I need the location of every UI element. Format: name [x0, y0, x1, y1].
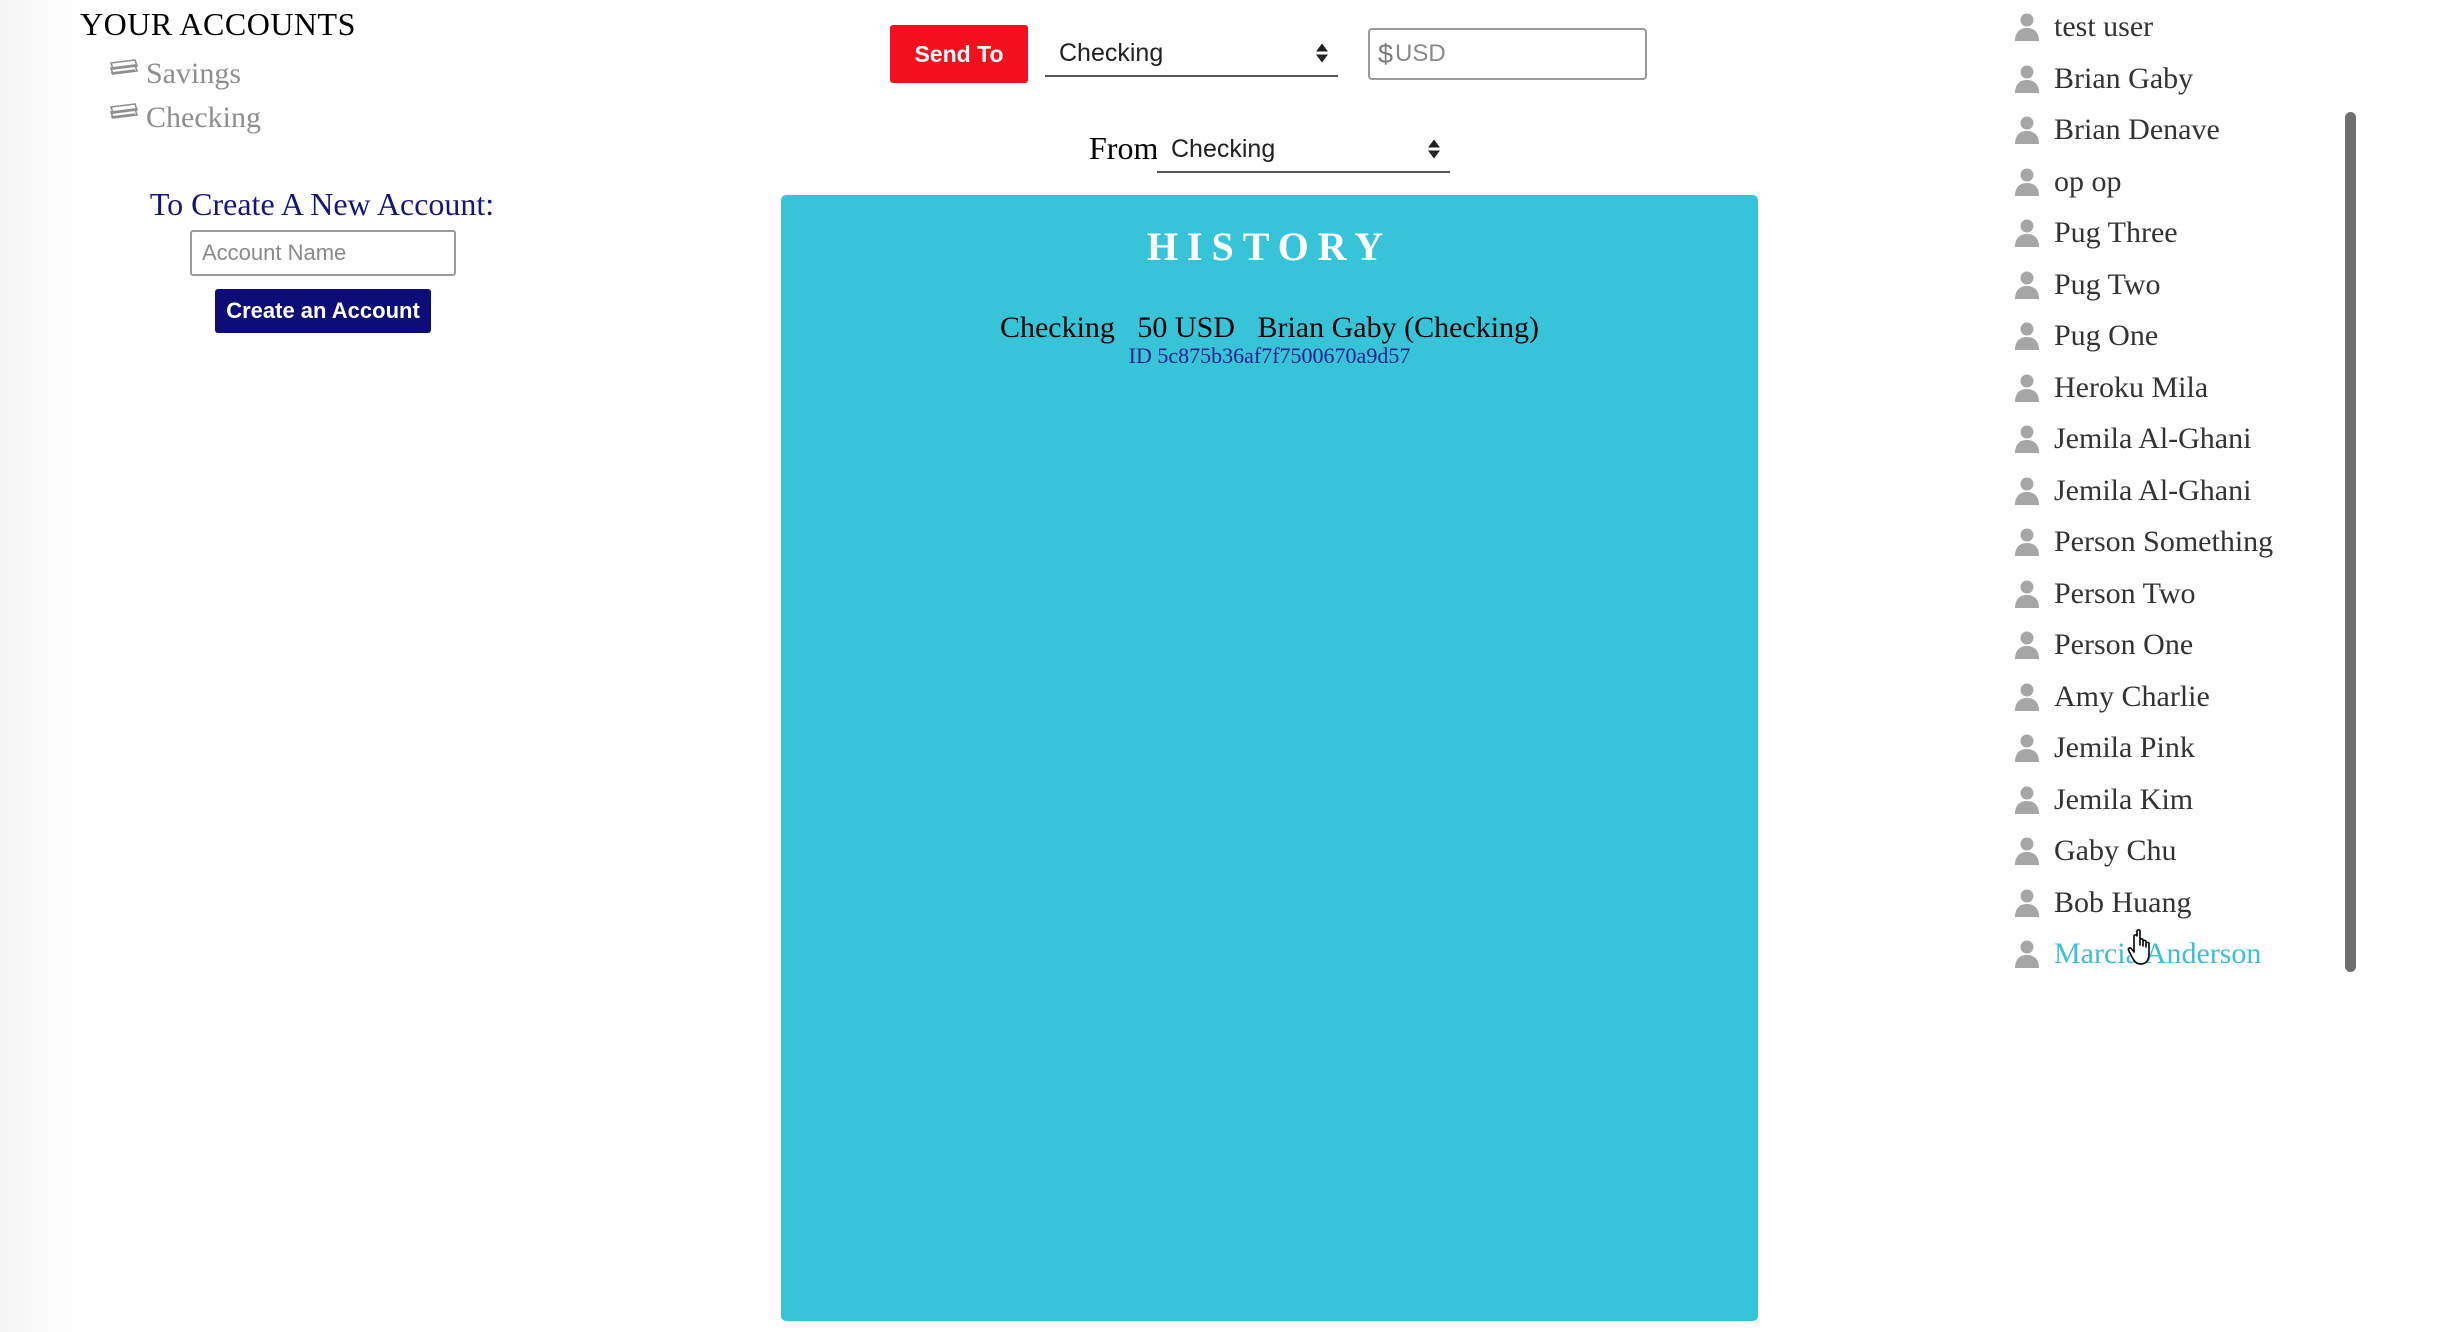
user-icon	[2014, 167, 2040, 197]
amount-field[interactable]: $	[1368, 28, 1647, 80]
user-list-item[interactable]: Jemila Pink	[2010, 723, 2195, 773]
user-name: Pug Three	[2054, 216, 2178, 249]
left-edge-shade	[0, 0, 80, 1332]
accounts-heading: YOUR ACCOUNTS	[80, 6, 356, 42]
cash-icon	[108, 101, 140, 135]
user-name: Gaby Chu	[2054, 834, 2177, 867]
dollar-icon: $	[1378, 38, 1394, 69]
user-icon	[2014, 785, 2040, 815]
user-list-item[interactable]: Brian Gaby	[2010, 54, 2193, 104]
user-icon	[2014, 270, 2040, 300]
user-list-item[interactable]: Marcia Anderson	[2010, 929, 2261, 979]
user-name: Brian Denave	[2054, 113, 2220, 146]
user-name: Pug One	[2054, 319, 2159, 352]
from-account-selected-value: Checking	[1171, 134, 1276, 163]
select-arrows-icon	[1316, 43, 1328, 63]
user-name: Jemila Kim	[2054, 782, 2194, 816]
user-icon	[2014, 321, 2040, 351]
user-icon	[2014, 218, 2040, 248]
from-account-select[interactable]: Checking	[1157, 127, 1450, 173]
user-list-item[interactable]: Jemila Al-Ghani	[2010, 414, 2251, 464]
user-icon	[2014, 733, 2040, 763]
user-list-item[interactable]: Person Something	[2010, 517, 2273, 567]
user-name: Amy Charlie	[2054, 679, 2210, 713]
user-name: op op	[2054, 164, 2122, 198]
account-item-label: Savings	[146, 57, 242, 90]
user-icon	[2014, 373, 2040, 403]
user-list: test user Brian Gaby Brian Denave op op Pug …	[2010, 0, 2310, 1000]
user-list-item[interactable]: test user	[2010, 2, 2153, 52]
user-name: Jemila Al-Ghani	[2054, 422, 2252, 455]
from-label: From	[1089, 130, 1159, 166]
user-list-item[interactable]: Bob Huang	[2010, 878, 2192, 928]
user-list-item[interactable]: Pug Two	[2010, 260, 2161, 310]
user-icon	[2014, 424, 2040, 454]
user-name: Jemila Pink	[2054, 731, 2195, 764]
account-item-label: Checking	[146, 101, 261, 134]
user-icon	[2014, 115, 2040, 145]
user-list-item[interactable]: Pug Three	[2010, 208, 2178, 258]
user-list-item[interactable]: Jemila Kim	[2010, 775, 2193, 825]
user-list-item[interactable]: Jemila Al-Ghani	[2010, 466, 2251, 516]
user-icon	[2014, 682, 2040, 712]
user-list-item[interactable]: op op	[2010, 157, 2122, 207]
user-icon	[2014, 630, 2040, 660]
create-account-button[interactable]: Create an Account	[215, 289, 431, 333]
user-name: Heroku Mila	[2054, 370, 2209, 404]
account-item-savings[interactable]: Savings	[108, 52, 241, 96]
history-title: HISTORY	[1146, 224, 1393, 269]
user-name: Brian Gaby	[2054, 61, 2194, 95]
user-name: Marcia Anderson	[2054, 937, 2262, 970]
amount-input[interactable]	[1395, 40, 1626, 68]
user-name: Person Two	[2054, 576, 2196, 610]
user-name: Pug Two	[2054, 267, 2161, 301]
user-list-item[interactable]: Gaby Chu	[2010, 826, 2177, 876]
user-list-item[interactable]: Brian Denave	[2010, 105, 2220, 155]
user-name: Person Something	[2054, 525, 2274, 558]
user-list-item[interactable]: Person One	[2010, 620, 2193, 670]
user-list-scrollbar[interactable]	[2345, 112, 2356, 972]
user-icon	[2014, 527, 2040, 557]
user-list-item[interactable]: Amy Charlie	[2010, 672, 2210, 722]
user-list-item[interactable]: Pug One	[2010, 311, 2158, 361]
account-name-input[interactable]	[190, 230, 456, 276]
user-name: Bob Huang	[2054, 885, 2192, 919]
to-account-selected-value: Checking	[1059, 38, 1164, 67]
user-icon	[2014, 888, 2040, 918]
to-account-select[interactable]: Checking	[1045, 31, 1338, 77]
history-entry-summary: Checking 50 USD Brian Gaby (Checking)	[999, 311, 1540, 344]
user-icon	[2014, 476, 2040, 506]
user-name: Jemila Al-Ghani	[2054, 473, 2252, 507]
send-to-button[interactable]: Send To	[890, 25, 1028, 83]
user-list-item[interactable]: Person Two	[2010, 569, 2196, 619]
select-arrows-icon	[1428, 139, 1440, 159]
create-account-heading: To Create A New Account:	[149, 186, 495, 222]
user-icon	[2014, 579, 2040, 609]
user-name: Person One	[2054, 628, 2194, 661]
history-entry-id: ID 5c875b36af7f7500670a9d57	[1128, 343, 1411, 368]
cash-icon	[108, 57, 140, 91]
user-icon	[2014, 836, 2040, 866]
user-icon	[2014, 939, 2040, 969]
user-icon	[2014, 64, 2040, 94]
account-item-checking[interactable]: Checking	[108, 96, 261, 140]
history-panel: HISTORY Checking 50 USD Brian Gaby (Chec…	[781, 195, 1758, 1321]
user-list-item[interactable]: Heroku Mila	[2010, 363, 2208, 413]
user-icon	[2014, 12, 2040, 42]
user-name: test user	[2054, 10, 2154, 43]
